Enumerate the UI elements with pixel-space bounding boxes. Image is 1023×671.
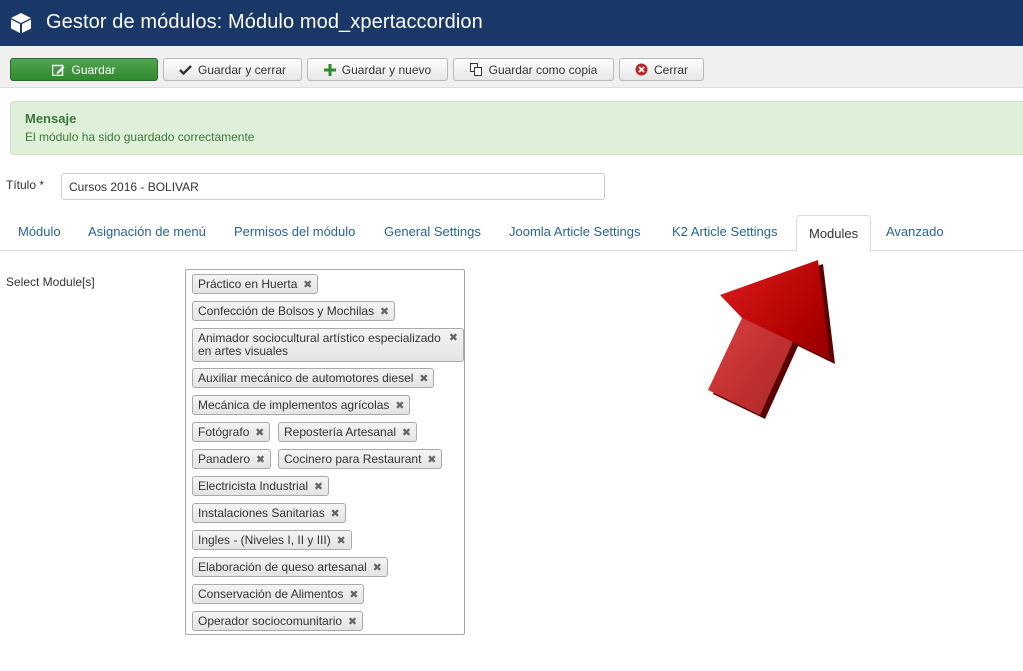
module-chip-label: Fotógrafo: [198, 425, 250, 439]
module-chip-label: Conservación de Alimentos: [198, 587, 344, 601]
module-chip: Cocinero para Restaurant ✖: [278, 449, 443, 469]
save-button[interactable]: Guardar: [10, 58, 158, 81]
save-button-label: Guardar: [71, 62, 116, 77]
remove-x-icon[interactable]: ✖: [427, 453, 436, 468]
tab-modules[interactable]: Modules: [796, 215, 872, 252]
title-input[interactable]: [61, 173, 605, 200]
save-close-button[interactable]: Guardar y cerrar: [163, 58, 302, 81]
module-chip: Elaboración de queso artesanal ✖: [192, 557, 388, 577]
tab-bar: Módulo Asignación de menú Permisos del m…: [0, 214, 1023, 252]
page-title: Gestor de módulos: Módulo mod_xpertaccor…: [46, 11, 483, 33]
plus-icon: [323, 63, 336, 76]
remove-x-icon[interactable]: ✖: [331, 507, 340, 522]
module-chip: Panadero ✖: [192, 449, 272, 469]
save-copy-button-label: Guardar como copia: [488, 62, 598, 77]
save-copy-button[interactable]: Guardar como copia: [453, 58, 614, 81]
remove-x-icon[interactable]: ✖: [419, 372, 428, 387]
remove-x-icon[interactable]: ✖: [449, 332, 458, 345]
tab-asignacion-menu[interactable]: Asignación de menú: [88, 214, 206, 251]
module-chip: Conservación de Alimentos ✖: [192, 584, 365, 604]
close-button-label: Cerrar: [653, 62, 688, 77]
cube-icon: [11, 13, 31, 33]
cancel-circle-icon: [635, 63, 648, 76]
modules-multiselect[interactable]: Práctico en Huerta ✖ Confección de Bolsos…: [185, 269, 465, 635]
module-chip-label: Elaboración de queso artesanal: [198, 560, 367, 574]
success-alert: Mensaje El módulo ha sido guardado corre…: [10, 101, 1023, 155]
module-chip-label: Cocinero para Restaurant: [284, 452, 422, 466]
tab-permisos[interactable]: Permisos del módulo: [234, 214, 355, 251]
module-chip-label: Confección de Bolsos y Mochilas: [198, 304, 375, 318]
tab-modulo[interactable]: Módulo: [18, 214, 61, 251]
module-chip-label: Operador sociocomunitario: [198, 614, 343, 628]
module-chip-label: Mecánica de implementos agrícolas: [198, 398, 390, 412]
module-chip: Instalaciones Sanitarias ✖: [192, 503, 346, 523]
red-arrow-icon: [708, 260, 835, 419]
remove-x-icon[interactable]: ✖: [349, 588, 358, 603]
module-chip-label: Auxiliar mecánico de automotores diesel: [198, 371, 414, 385]
toolbar: Guardar Guardar y cerrar Guardar y nuevo…: [0, 46, 1023, 88]
save-close-button-label: Guardar y cerrar: [197, 62, 287, 77]
save-new-button[interactable]: Guardar y nuevo: [307, 58, 448, 81]
page-header: Gestor de módulos: Módulo mod_xpertaccor…: [0, 0, 1023, 46]
remove-x-icon[interactable]: ✖: [303, 278, 312, 293]
remove-x-icon[interactable]: ✖: [395, 399, 404, 414]
alert-text: El módulo ha sido guardado correctamente: [25, 130, 255, 144]
remove-x-icon[interactable]: ✖: [348, 615, 357, 630]
module-chip-label: Animador sociocultural artístico especia…: [198, 331, 441, 358]
remove-x-icon[interactable]: ✖: [255, 426, 264, 441]
module-chip: Fotógrafo ✖: [192, 422, 271, 442]
module-chip-label: Práctico en Huerta: [198, 277, 298, 291]
alert-heading: Mensaje: [25, 111, 77, 126]
module-chip: Mecánica de implementos agrícolas ✖: [192, 395, 411, 415]
tab-avanzado[interactable]: Avanzado: [886, 214, 944, 251]
close-button[interactable]: Cerrar: [619, 58, 704, 81]
tab-general-settings[interactable]: General Settings: [384, 214, 481, 251]
module-chip-label: Ingles - (Niveles I, II y III): [198, 533, 331, 547]
module-chip-label: Electricista Industrial: [198, 479, 309, 493]
module-chip-label: Panadero: [198, 452, 251, 466]
remove-x-icon[interactable]: ✖: [256, 453, 265, 468]
module-chip: Operador sociocomunitario ✖: [192, 611, 364, 631]
remove-x-icon[interactable]: ✖: [336, 534, 345, 549]
module-chip: Práctico en Huerta ✖: [192, 274, 319, 294]
tab-joomla-article-settings[interactable]: Joomla Article Settings: [509, 214, 641, 251]
module-chip: Animador sociocultural artístico especia…: [192, 328, 464, 362]
remove-x-icon[interactable]: ✖: [373, 561, 382, 576]
module-chip: Confección de Bolsos y Mochilas ✖: [192, 301, 396, 321]
remove-x-icon[interactable]: ✖: [402, 426, 411, 441]
module-chip: Ingles - (Niveles I, II y III) ✖: [192, 530, 352, 550]
module-chip-label: Repostería Artesanal: [284, 425, 397, 439]
title-label: Título *: [6, 178, 45, 192]
remove-x-icon[interactable]: ✖: [314, 480, 323, 495]
copy-icon: [469, 63, 482, 76]
module-chip: Auxiliar mecánico de automotores diesel ✖: [192, 368, 435, 388]
save-new-button-label: Guardar y nuevo: [341, 62, 432, 77]
select-modules-label: Select Module[s]: [6, 275, 95, 289]
tab-k2-article-settings[interactable]: K2 Article Settings: [672, 214, 778, 251]
module-chip: Electricista Industrial ✖: [192, 476, 330, 496]
check-icon: [179, 65, 192, 75]
module-chip-label: Instalaciones Sanitarias: [198, 506, 325, 520]
remove-x-icon[interactable]: ✖: [380, 305, 389, 320]
module-chip: Repostería Artesanal ✖: [278, 422, 418, 442]
edit-icon: [52, 64, 65, 76]
